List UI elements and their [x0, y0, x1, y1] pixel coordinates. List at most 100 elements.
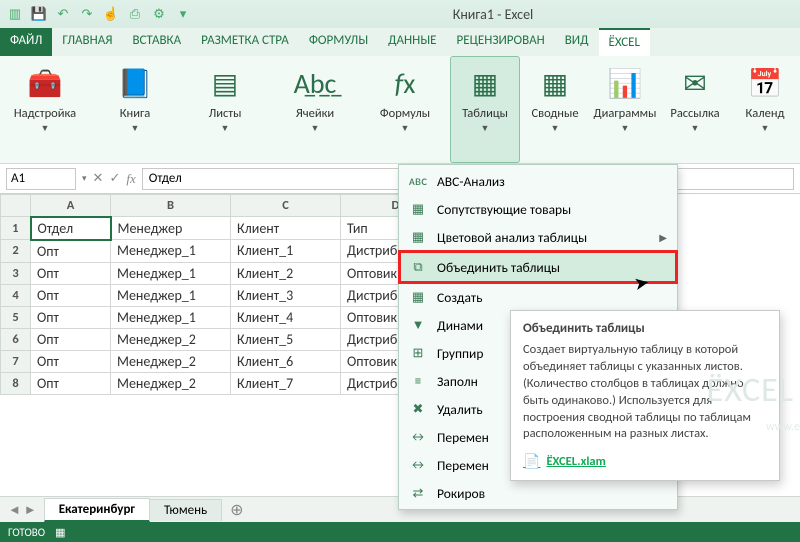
ribbon-формулы-button[interactable]: fx Формулы▼: [360, 56, 450, 163]
cell-B7[interactable]: Менеджер_2: [111, 350, 231, 372]
tab-data[interactable]: ДАННЫЕ: [378, 28, 446, 56]
row-header-6[interactable]: 6: [1, 328, 31, 350]
row-header-5[interactable]: 5: [1, 306, 31, 328]
ribbon-label: Книга▼: [120, 107, 151, 135]
options-icon[interactable]: ⚙: [150, 5, 168, 23]
name-box[interactable]: [6, 168, 76, 190]
sheets-icon: ▤: [205, 65, 245, 101]
cell-B1[interactable]: Менеджер: [111, 217, 231, 240]
qat-dropdown-icon[interactable]: ▾: [174, 5, 192, 23]
formula-bar-buttons: ✕ ✓ fx: [93, 171, 136, 187]
ribbon-диаграммы-button[interactable]: 📊 Диаграммы▼: [590, 56, 660, 163]
redo-icon[interactable]: ↷: [78, 5, 96, 23]
ribbon-книга-button[interactable]: 📘 Книга▼: [90, 56, 180, 163]
cell-A3[interactable]: Опт: [31, 262, 111, 284]
row-header-8[interactable]: 8: [1, 372, 31, 394]
cell-A2[interactable]: Опт: [31, 240, 111, 263]
cell-B2[interactable]: Менеджер_1: [111, 240, 231, 263]
menu-item-label: Создать: [437, 289, 667, 306]
status-text: ГОТОВО: [8, 526, 45, 539]
sheet-add-button[interactable]: ⊕: [222, 500, 251, 520]
tooltip-file-link[interactable]: 📄 ËXCEL.xlam: [523, 453, 767, 470]
move2-icon: ↔: [409, 456, 427, 474]
select-all-corner[interactable]: [1, 195, 31, 217]
cell-B8[interactable]: Менеджер_2: [111, 372, 231, 394]
cell-A6[interactable]: Опт: [31, 328, 111, 350]
touch-icon[interactable]: ☝: [102, 5, 120, 23]
tooltip-title: Объединить таблицы: [523, 321, 767, 336]
col-header-A[interactable]: A: [31, 195, 111, 217]
cell-C2[interactable]: Клиент_1: [231, 240, 341, 263]
ribbon-листы-button[interactable]: ▤ Листы▼: [180, 56, 270, 163]
cell-B6[interactable]: Менеджер_2: [111, 328, 231, 350]
toolbox-icon: 🧰: [25, 65, 65, 101]
cell-B5[interactable]: Менеджер_1: [111, 306, 231, 328]
macro-record-icon[interactable]: ▦: [55, 526, 65, 539]
cell-A5[interactable]: Опт: [31, 306, 111, 328]
tab-home[interactable]: ГЛАВНАЯ: [52, 28, 122, 56]
cell-A7[interactable]: Опт: [31, 350, 111, 372]
menu-item-related[interactable]: ▦ Сопутствующие товары: [399, 195, 677, 223]
fx-icon[interactable]: fx: [126, 171, 135, 187]
menu-item-swap[interactable]: ⇄ Рокиров: [399, 479, 677, 507]
cell-C7[interactable]: Клиент_6: [231, 350, 341, 372]
swap-icon: ⇄: [409, 484, 427, 502]
enter-icon[interactable]: ✓: [109, 171, 120, 187]
cell-C4[interactable]: Клиент_3: [231, 284, 341, 306]
cell-B3[interactable]: Менеджер_1: [111, 262, 231, 284]
menu-item-label: Рокиров: [437, 485, 667, 502]
undo-icon[interactable]: ↶: [54, 5, 72, 23]
sheet-nav[interactable]: ◄ ►: [0, 502, 45, 518]
tab-formulas[interactable]: ФОРМУЛЫ: [299, 28, 378, 56]
book-icon: 📘: [115, 65, 155, 101]
sheet-tab-active[interactable]: Екатеринбург: [44, 498, 150, 522]
menu-item-label: Сопутствующие товары: [437, 201, 667, 218]
row-header-1[interactable]: 1: [1, 217, 31, 240]
save-icon[interactable]: 💾: [30, 5, 48, 23]
tab-page-layout[interactable]: РАЗМЕТКА СТРА: [191, 28, 299, 56]
ribbon-label: Таблицы▼: [462, 107, 508, 135]
tab-excel-addon[interactable]: ËXCEL: [599, 28, 650, 56]
tab-view[interactable]: ВИД: [555, 28, 599, 56]
cell-C3[interactable]: Клиент_2: [231, 262, 341, 284]
print-icon[interactable]: ⎙: [126, 5, 144, 23]
tab-file[interactable]: ФАЙЛ: [0, 28, 52, 56]
submenu-arrow-icon: ▶: [659, 231, 667, 244]
ribbon-таблицы-button[interactable]: ▦ Таблицы▼: [450, 56, 520, 163]
cell-C5[interactable]: Клиент_4: [231, 306, 341, 328]
col-header-C[interactable]: C: [231, 195, 341, 217]
tab-insert[interactable]: ВСТАВКА: [122, 28, 191, 56]
ribbon-ячейки-button[interactable]: A̲b̲c̲ Ячейки▼: [270, 56, 360, 163]
ribbon-календ-button[interactable]: 📅 Календ▼: [730, 56, 800, 163]
cancel-icon[interactable]: ✕: [93, 171, 104, 187]
cell-B4[interactable]: Менеджер_1: [111, 284, 231, 306]
cell-C1[interactable]: Клиент: [231, 217, 341, 240]
tooltip-body: Создает виртуальную таблицу в которой об…: [523, 342, 767, 443]
menu-item-create[interactable]: ▦ Создать: [399, 283, 677, 311]
fill-icon: ≡: [409, 372, 427, 390]
row-header-4[interactable]: 4: [1, 284, 31, 306]
ribbon-надстройка-button[interactable]: 🧰 Надстройка▼: [0, 56, 90, 163]
ribbon-tabs: ФАЙЛ ГЛАВНАЯ ВСТАВКА РАЗМЕТКА СТРА ФОРМУ…: [0, 28, 800, 56]
menu-item-abc[interactable]: ᴀʙᴄ ABC-Анализ: [399, 167, 677, 195]
row-header-2[interactable]: 2: [1, 240, 31, 263]
cell-C8[interactable]: Клиент_7: [231, 372, 341, 394]
app-title: Книга1 - Excel: [192, 6, 794, 23]
cell-C6[interactable]: Клиент_5: [231, 328, 341, 350]
cell-A8[interactable]: Опт: [31, 372, 111, 394]
row-header-7[interactable]: 7: [1, 350, 31, 372]
abc-icon: ᴀʙᴄ: [409, 172, 427, 190]
cell-A1[interactable]: Отдел: [31, 217, 111, 240]
group-icon: ⊞: [409, 344, 427, 362]
ribbon-сводные-button[interactable]: ▦ Сводные▼: [520, 56, 590, 163]
merge-icon: ⧉: [409, 258, 427, 276]
tab-review[interactable]: РЕЦЕНЗИРОВАН: [447, 28, 555, 56]
sheet-tab-other[interactable]: Тюмень: [149, 499, 222, 521]
ribbon-label: Ячейки▼: [296, 107, 334, 135]
row-header-3[interactable]: 3: [1, 262, 31, 284]
menu-item-color[interactable]: ▦ Цветовой анализ таблицы ▶: [399, 223, 677, 251]
menu-item-merge[interactable]: ⧉ Объединить таблицы: [398, 250, 678, 284]
cell-A4[interactable]: Опт: [31, 284, 111, 306]
ribbon-рассылка-button[interactable]: ✉ Рассылка▼: [660, 56, 730, 163]
col-header-B[interactable]: B: [111, 195, 231, 217]
